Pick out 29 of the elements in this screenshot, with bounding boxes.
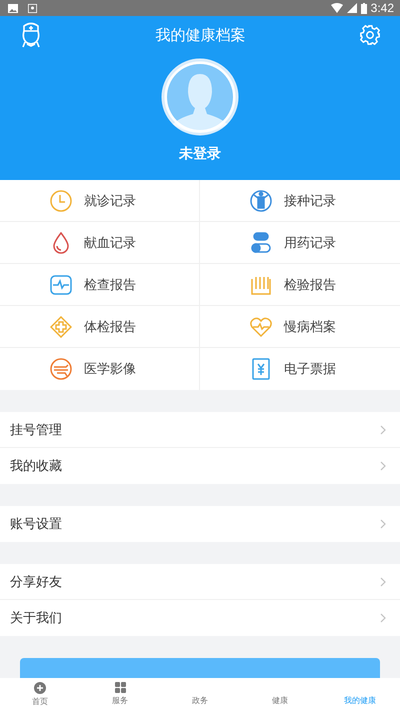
- avatar[interactable]: [161, 58, 239, 136]
- clock-icon: [50, 190, 72, 212]
- signal-icon: [346, 3, 357, 13]
- chevron-icon: [380, 461, 386, 471]
- record-item[interactable]: 体检报告: [0, 306, 200, 348]
- plus-icon: [34, 682, 46, 694]
- chevron-icon: [380, 576, 386, 586]
- grid-icon: [114, 682, 126, 693]
- contact-icon: [28, 4, 37, 12]
- heart-icon: [250, 316, 272, 338]
- scan-icon: [50, 358, 72, 380]
- pulse-icon: [50, 274, 72, 296]
- settings-icon[interactable]: [359, 24, 381, 46]
- image-icon: [8, 4, 18, 12]
- person-icon: [250, 190, 272, 212]
- record-item[interactable]: 检查报告: [0, 264, 200, 306]
- chevron-icon: [380, 424, 386, 434]
- chevron-icon: [380, 519, 386, 529]
- pill-icon: [250, 232, 272, 254]
- nurse-icon[interactable]: [20, 22, 42, 48]
- yen-icon: [250, 358, 272, 380]
- page-title: 我的健康档案: [156, 26, 246, 44]
- battery-icon: [360, 2, 367, 14]
- chevron-icon: [380, 613, 386, 623]
- clock-time: 3:42: [370, 1, 394, 15]
- record-item[interactable]: 献血记录: [0, 222, 200, 264]
- cross-icon: [50, 316, 72, 338]
- wifi-icon: [330, 3, 343, 13]
- record-item[interactable]: 就诊记录: [0, 180, 200, 222]
